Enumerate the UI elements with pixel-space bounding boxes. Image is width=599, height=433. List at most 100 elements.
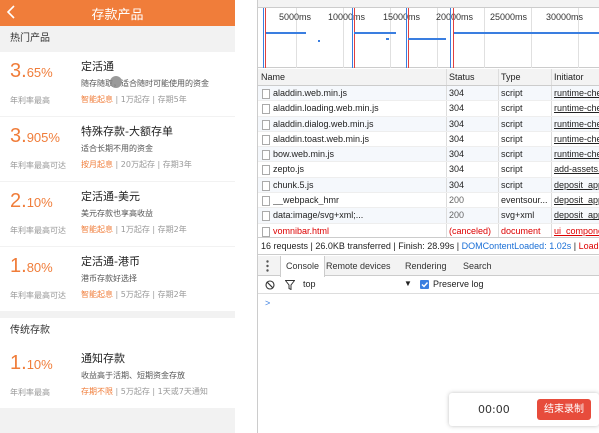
product-desc: 港币存款好选择 [81, 274, 137, 283]
product-meta: 按月起息 | 20万起存 | 存期3年 [81, 160, 192, 169]
tab-search[interactable]: Search [458, 256, 497, 276]
product-name: 通知存款 [81, 352, 125, 365]
request-type: script [501, 133, 523, 144]
request-initiator[interactable]: runtime-che [554, 119, 599, 129]
mobile-preview: 存款产品 热门产品 3.65% 年利率最高 定活通 随存随取，适合随时可能使用的… [0, 0, 235, 433]
request-type: script [501, 179, 523, 190]
rate-caption: 年利率最高可达 [10, 226, 66, 235]
table-row[interactable]: zepto.js 304 script add-assets. [258, 162, 599, 178]
request-name: bow.web.min.js [273, 149, 335, 160]
request-name: data:image/svg+xml;... [273, 210, 364, 221]
file-icon [262, 226, 270, 237]
product-card[interactable]: 1.80% 年利率最高可达 定活通-港币 港币存款好选择 智能起息 | 5万起存… [0, 247, 235, 311]
table-row[interactable]: aladdin.web.min.js 304 script runtime-che [258, 86, 599, 102]
request-initiator[interactable]: runtime-che [554, 88, 599, 98]
timeline-tick: 25000ms [490, 12, 528, 22]
table-row[interactable]: aladdin.loading.web.min.js 304 script runti… [258, 101, 599, 117]
table-row[interactable]: bow.web.min.js 304 script runtime-che [258, 147, 599, 163]
console-toolbar: top ▼ Preserve log [258, 276, 599, 294]
product-desc: 适合长期不用的资金 [81, 144, 153, 153]
column-name-header[interactable]: Name [261, 72, 285, 82]
request-name: aladdin.web.min.js [273, 88, 348, 98]
request-status: 200 [449, 210, 465, 221]
request-initiator[interactable]: runtime-che [554, 134, 599, 144]
request-name: zepto.js [273, 164, 305, 175]
preserve-log-label[interactable]: Preserve log [433, 279, 484, 289]
product-desc: 随存随取，适合随时可能使用的资金 [81, 79, 209, 88]
tab-console[interactable]: Console [280, 256, 326, 277]
request-type: script [501, 149, 523, 160]
request-type: script [501, 118, 523, 129]
request-type: script [501, 103, 523, 114]
request-name: chunk.5.js [273, 179, 314, 190]
request-initiator[interactable]: deposit_app [554, 210, 599, 220]
file-icon [262, 119, 270, 130]
rate-value: 3.905% [10, 125, 60, 147]
file-icon [262, 89, 270, 99]
product-desc: 美元存款也享高收益 [81, 209, 153, 218]
table-row[interactable]: data:image/svg+xml;... 200 svg+xml deposit_… [258, 208, 599, 224]
clear-console-icon[interactable] [265, 280, 275, 290]
column-initiator-header[interactable]: Initiator [554, 72, 599, 82]
tab-remote-devices[interactable]: Remote devices [321, 256, 396, 276]
table-row[interactable]: aladdin.toast.web.min.js 304 script runtime… [258, 131, 599, 148]
file-icon [262, 165, 270, 176]
request-initiator[interactable]: ui_compone [554, 226, 599, 236]
product-name: 定活通 [81, 60, 114, 73]
rate-value: 2.10% [10, 190, 53, 212]
rate-caption: 年利率最高可达 [10, 161, 66, 170]
column-status-header[interactable]: Status [449, 72, 499, 82]
request-name: aladdin.toast.web.min.js [273, 133, 370, 144]
panel-separator [235, 0, 257, 433]
product-meta: 智能起息 | 1万起存 | 存期2年 [81, 225, 187, 234]
product-meta: 智能起息 | 5万起存 | 存期2年 [81, 290, 187, 299]
network-filter-bar [258, 0, 599, 8]
rate-value: 1.10% [10, 352, 53, 374]
product-meta: 存期不限 | 5万起存 | 1天或7天通知 [81, 387, 208, 396]
rate-caption: 年利率最高 [10, 96, 50, 105]
timeline-tick: 20000ms [436, 12, 474, 22]
table-row[interactable]: chunk.5.js 304 script deposit_app [258, 177, 599, 194]
table-row[interactable]: __webpack_hmr 200 eventsour... deposit_app [258, 193, 599, 209]
preserve-log-checkbox[interactable] [420, 280, 429, 289]
stop-recording-button[interactable]: 结束录制 [537, 399, 591, 420]
product-card[interactable]: 2.10% 年利率最高可达 定活通-美元 美元存款也享高收益 智能起息 | 1万… [0, 182, 235, 246]
filter-icon[interactable] [285, 280, 295, 290]
request-type: script [501, 164, 523, 175]
table-header: Name Status Type Initiator [258, 69, 599, 86]
request-status: 304 [449, 133, 465, 144]
request-status: (canceled) [449, 225, 492, 236]
request-initiator[interactable]: runtime-che [554, 149, 599, 159]
network-summary-bar: 16 requests | 26.0KB transferred | Finis… [258, 237, 599, 255]
tab-rendering[interactable]: Rendering [400, 256, 452, 276]
request-initiator[interactable]: deposit_app [554, 180, 599, 190]
request-initiator[interactable]: runtime-che [554, 103, 599, 113]
file-icon [262, 180, 270, 191]
touch-cursor-indicator [110, 76, 122, 88]
more-vertical-icon[interactable] [266, 260, 269, 272]
product-card[interactable]: 1.10% 年利率最高 通知存款 收益高于活期、短期资金存放 存期不限 | 5万… [0, 344, 235, 408]
product-desc: 收益高于活期、短期资金存放 [81, 371, 185, 380]
request-initiator[interactable]: deposit_app [554, 195, 599, 205]
console-prompt[interactable]: > [265, 298, 270, 308]
rate-caption: 年利率最高可达 [10, 291, 66, 300]
product-card[interactable]: 3.905% 年利率最高可达 特殊存款-大额存单 适合长期不用的资金 按月起息 … [0, 117, 235, 181]
product-name: 特殊存款-大额存单 [81, 125, 173, 138]
timeline-tick: 15000ms [383, 12, 421, 22]
section-hot-label: 热门产品 [10, 33, 50, 44]
chevron-down-icon[interactable]: ▼ [404, 279, 412, 288]
request-status: 200 [449, 195, 465, 206]
context-selector[interactable]: top [303, 279, 316, 289]
request-type: svg+xml [501, 210, 535, 221]
request-initiator[interactable]: add-assets. [554, 164, 599, 174]
request-type: eventsour... [501, 195, 548, 206]
network-overview-timeline[interactable]: 5000ms 10000ms 15000ms 20000ms 25000ms 3… [258, 8, 599, 68]
file-icon [262, 211, 270, 222]
request-status: 304 [449, 179, 465, 190]
timeline-tick: 5000ms [279, 12, 312, 22]
rate-value: 1.80% [10, 255, 53, 277]
network-request-table: Name Status Type Initiator aladdin.web.m… [258, 69, 599, 239]
request-type: document [501, 225, 541, 236]
table-row[interactable]: aladdin.dialog.web.min.js 304 script runtim… [258, 116, 599, 132]
column-type-header[interactable]: Type [501, 72, 551, 82]
